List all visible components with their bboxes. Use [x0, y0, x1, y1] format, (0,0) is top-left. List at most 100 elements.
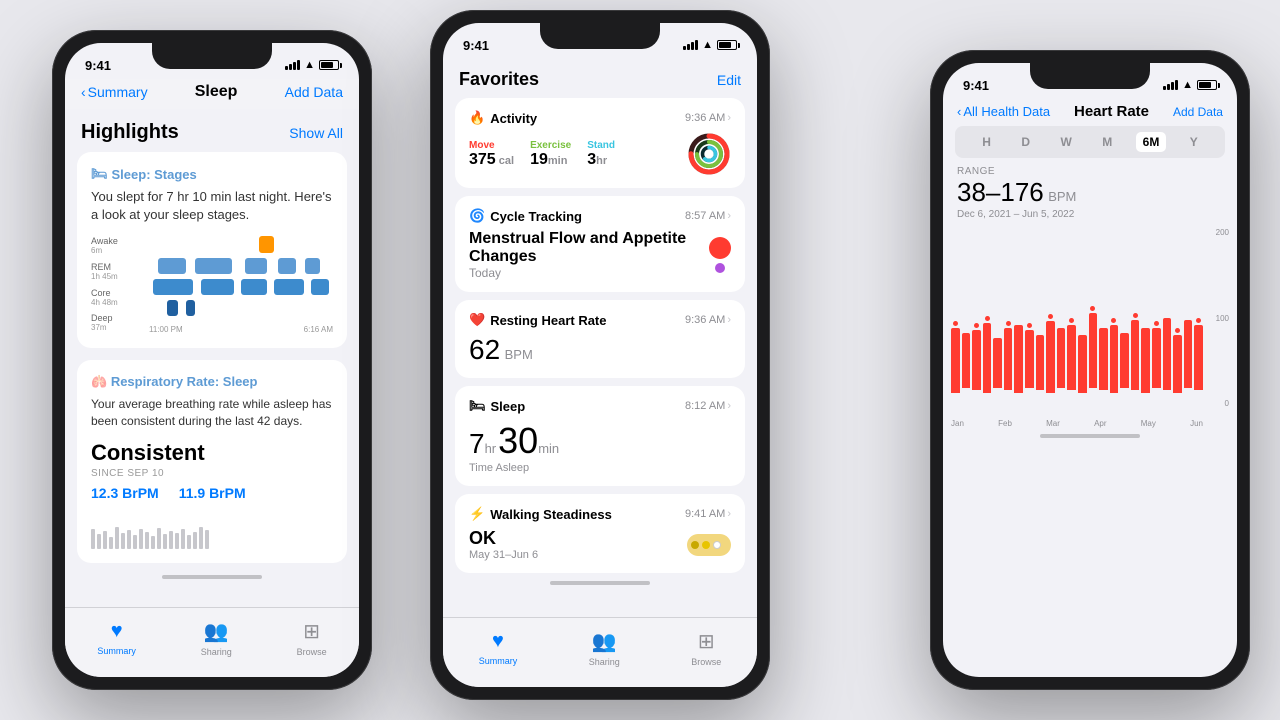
activity-title: 🔥 Activity — [469, 110, 537, 126]
sharing-icon-center: 👥 — [592, 629, 617, 654]
range-label: RANGE — [957, 166, 1223, 177]
time-filter: H D W M 6M Y — [955, 126, 1225, 158]
chart-dot-5 — [1006, 321, 1011, 326]
gauge-dot-3 — [713, 541, 721, 549]
add-data-button-right[interactable]: Add Data — [1173, 105, 1223, 119]
signal-icon-center — [683, 40, 698, 50]
nav-back-left[interactable]: ‹ Summary — [81, 84, 148, 100]
browse-icon-center: ⊞ — [698, 629, 715, 654]
favorites-header: Favorites Edit — [443, 59, 757, 98]
chart-dot-11 — [1069, 318, 1074, 323]
summary-icon-center: ♥ — [492, 630, 504, 653]
back-button-right[interactable]: ‹ All Health Data — [957, 104, 1050, 119]
sleep-card-time: 8:12 AM › — [685, 400, 731, 412]
chart-dot-17 — [1133, 313, 1138, 318]
x-jan: Jan — [951, 419, 964, 428]
walking-text: OK May 31–Jun 6 — [469, 528, 538, 561]
sleep-card-center[interactable]: 🛏 Sleep 8:12 AM › 7hr 30min Time Asleep — [455, 386, 745, 486]
tab-sharing-left[interactable]: 👥 Sharing — [201, 619, 232, 657]
filter-6m[interactable]: 6M — [1136, 132, 1167, 152]
sleep-bars — [149, 234, 333, 318]
filter-y[interactable]: Y — [1183, 132, 1205, 152]
home-indicator-right — [1040, 434, 1140, 438]
walking-time: 9:41 AM › — [685, 508, 731, 520]
status-time-right: 9:41 — [963, 78, 989, 93]
chart-bar-14 — [1099, 228, 1108, 408]
time-labels: 11:00 PM 6:16 AM — [149, 325, 333, 334]
walking-title: ⚡ Walking Steadiness — [469, 506, 612, 522]
respiratory-text: Your average breathing rate while asleep… — [91, 396, 333, 430]
cycle-tracking-card[interactable]: 🌀 Cycle Tracking 8:57 AM › Menstrual Flo… — [455, 196, 745, 292]
heart-rate-card[interactable]: ❤️ Resting Heart Rate 9:36 AM › 62 BPM — [455, 300, 745, 378]
filter-d[interactable]: D — [1014, 132, 1037, 152]
chart-bar-13 — [1089, 228, 1098, 408]
chart-bar-16 — [1120, 228, 1129, 408]
filter-h[interactable]: H — [975, 132, 998, 152]
brpm-val2: 11.9 BrPM — [179, 485, 246, 501]
cycle-time: 8:57 AM › — [685, 210, 731, 222]
chart-dot-9 — [1048, 314, 1053, 319]
chevron-cycle: › — [727, 210, 731, 222]
chart-bar-22 — [1184, 228, 1193, 408]
sleep-stages-card[interactable]: 🛏 Sleep: Stages You slept for 7 hr 10 mi… — [77, 152, 347, 348]
add-data-button-left[interactable]: Add Data — [285, 84, 343, 100]
y-label-200: 200 — [1216, 228, 1229, 237]
activity-card-header: 🔥 Activity 9:36 AM › — [469, 110, 731, 126]
right-phone: 9:41 ▲ ‹ All Health Data Hear — [930, 50, 1250, 690]
activity-content: Move 375 cal Exercise 19min Stand — [469, 132, 731, 176]
chart-bar-23 — [1194, 228, 1203, 408]
wifi-icon: ▲ — [304, 59, 315, 71]
tab-summary-center[interactable]: ♥ Summary — [479, 630, 518, 666]
filter-w[interactable]: W — [1053, 132, 1078, 152]
chart-y-labels: 200 100 0 — [1205, 228, 1229, 408]
chart-bar-0 — [951, 228, 960, 408]
center-phone: 9:41 ▲ Favorites Edit — [430, 10, 770, 700]
walking-card-header: ⚡ Walking Steadiness 9:41 AM › — [469, 506, 731, 522]
chevron-heart: › — [727, 314, 731, 326]
cycle-dot-red — [709, 237, 731, 259]
chart-bar-7 — [1025, 228, 1034, 408]
sleep-card-header: 🛏 Sleep 8:12 AM › — [469, 398, 731, 414]
activity-card[interactable]: 🔥 Activity 9:36 AM › Move 375 cal — [455, 98, 745, 188]
chart-bar-5 — [1004, 228, 1013, 408]
chart-dot-23 — [1196, 318, 1201, 323]
y-label-0: 0 — [1225, 399, 1229, 408]
label-core: Core4h 48m — [91, 288, 146, 307]
exercise-label: Exercise — [530, 140, 571, 151]
tab-sharing-center[interactable]: 👥 Sharing — [589, 629, 620, 667]
show-all-button[interactable]: Show All — [289, 125, 343, 141]
respiratory-card[interactable]: 🫁 Respiratory Rate: Sleep Your average b… — [77, 360, 347, 563]
chart-bar-1 — [962, 228, 971, 408]
chart-dot-15 — [1111, 318, 1116, 323]
x-apr: Apr — [1094, 419, 1106, 428]
move-stat: Move 375 cal — [469, 140, 514, 169]
bar-fill-19 — [1152, 328, 1161, 388]
bar-fill-16 — [1120, 333, 1129, 388]
walking-card[interactable]: ⚡ Walking Steadiness 9:41 AM › OK May 31… — [455, 494, 745, 573]
filter-m[interactable]: M — [1095, 132, 1119, 152]
edit-button[interactable]: Edit — [717, 72, 741, 88]
chevron-sleep: › — [727, 400, 731, 412]
walking-subtext: May 31–Jun 6 — [469, 549, 538, 561]
label-awake: Awake6m — [91, 236, 146, 255]
tab-browse-left[interactable]: ⊞ Browse — [297, 619, 327, 657]
chart-bar-6 — [1014, 228, 1023, 408]
stand-val: 3hr — [587, 151, 615, 169]
tab-browse-center[interactable]: ⊞ Browse — [691, 629, 721, 667]
brpm-val1: 12.3 BrPM — [91, 485, 159, 501]
chevron-icon: › — [727, 112, 731, 124]
heart-rate-value: 62 — [469, 334, 500, 365]
sharing-icon: 👥 — [204, 619, 229, 644]
move-val: 375 cal — [469, 151, 514, 169]
tab-bar-center: ♥ Summary 👥 Sharing ⊞ Browse — [443, 617, 757, 687]
heart-time: 9:36 AM › — [685, 314, 731, 326]
battery-icon-right — [1197, 80, 1217, 90]
sleep-labels: Awake6m REM1h 45m Core4h 48m Deep37m — [91, 234, 146, 334]
chart-x-labels: Jan Feb Mar Apr May Jun — [951, 419, 1203, 428]
highlights-title: Highlights — [81, 121, 179, 144]
tab-summary-left[interactable]: ♥ Summary — [97, 620, 136, 656]
bar-fill-8 — [1036, 335, 1045, 390]
bar-fill-9 — [1046, 321, 1055, 393]
range-unit: BPM — [1048, 189, 1076, 204]
respiratory-icon: 🫁 — [91, 374, 107, 389]
